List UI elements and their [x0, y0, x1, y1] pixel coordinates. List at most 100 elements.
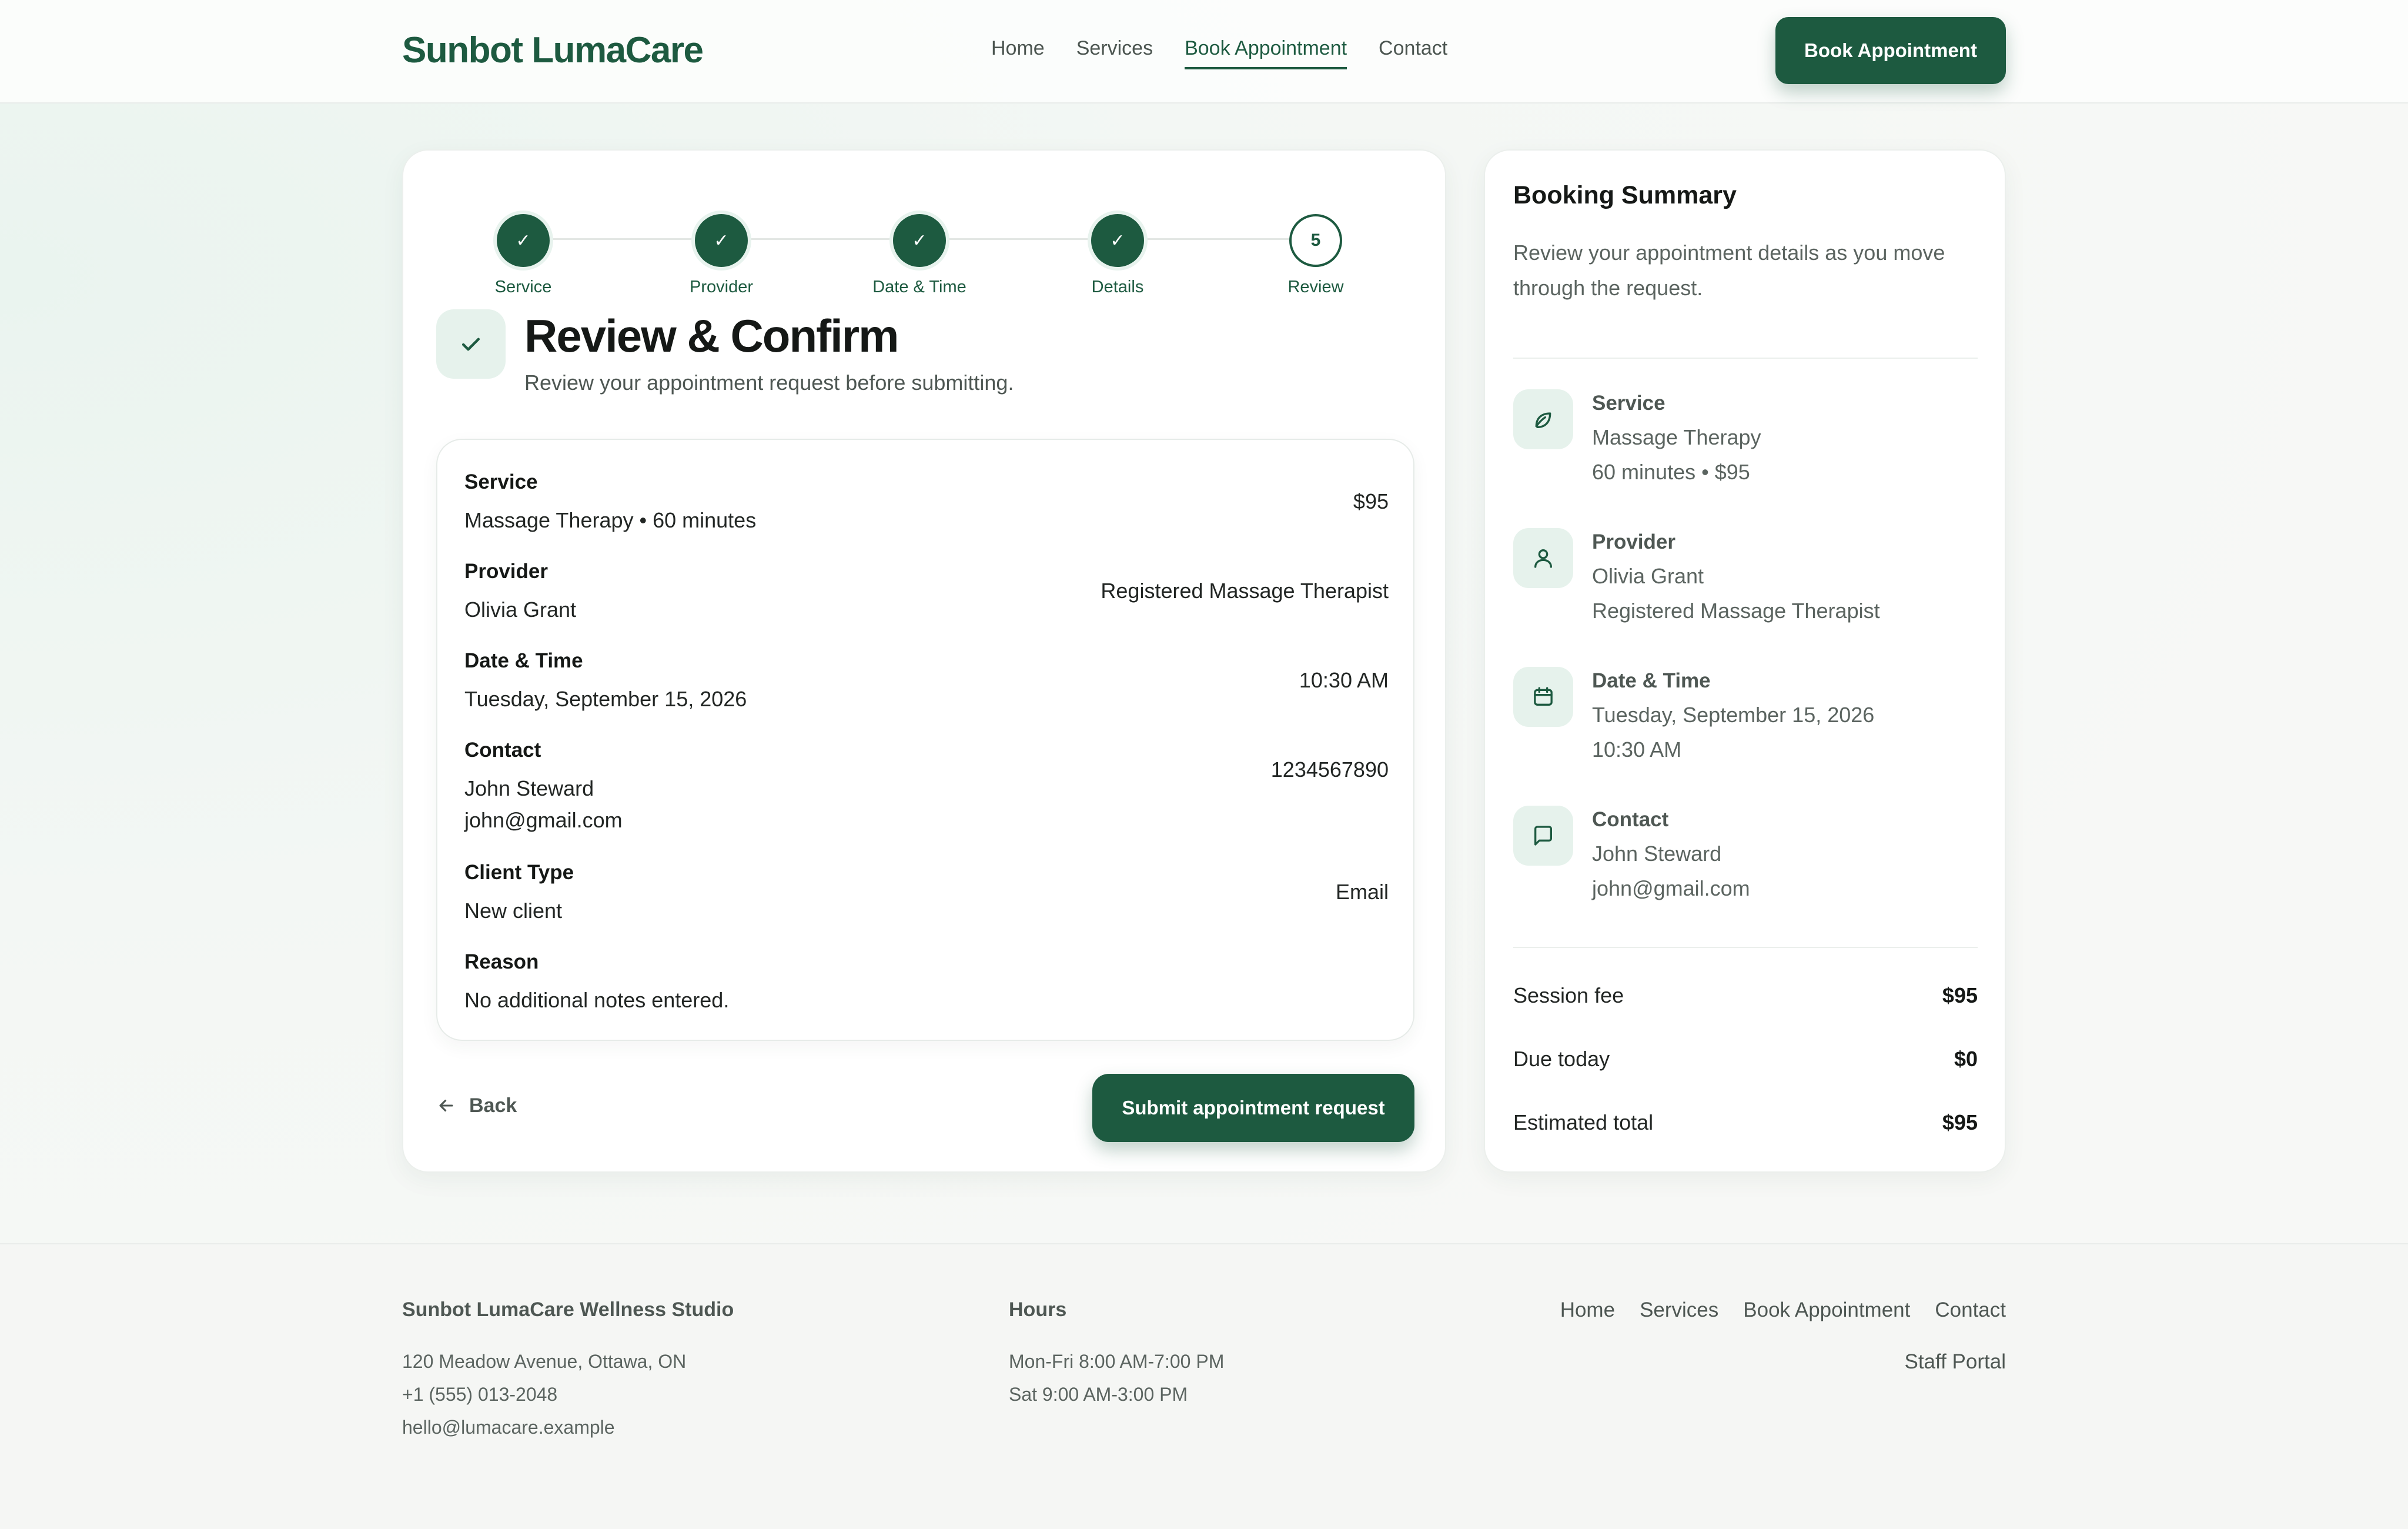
review-row-client-type: Client Type New client Email	[464, 861, 1389, 927]
step-complete-icon: ✓	[1091, 214, 1144, 267]
summary-label: Provider	[1592, 530, 1675, 553]
footer-hours-saturday: Sat 9:00 AM-3:00 PM	[1009, 1384, 1188, 1405]
review-value: New client	[464, 899, 563, 923]
review-row-service: Service Massage Therapy • 60 minutes $95	[464, 470, 1389, 536]
review-row-contact: Contact John Steward john@gmail.com 1234…	[464, 739, 1389, 836]
review-phone: 1234567890	[1270, 757, 1389, 782]
step-review: 5 Review	[1228, 214, 1404, 297]
step-label: Provider	[690, 278, 753, 296]
back-button[interactable]: Back	[436, 1087, 517, 1124]
summary-value: john@gmail.com	[1592, 876, 1750, 900]
step-number: 5	[1289, 214, 1342, 267]
fee-label: Session fee	[1513, 983, 1624, 1007]
fee-value: $0	[1954, 1047, 1978, 1071]
review-email: john@gmail.com	[464, 808, 623, 832]
summary-value: Tuesday, September 15, 2026	[1592, 703, 1875, 727]
step-label: Details	[1091, 278, 1144, 296]
user-icon	[1513, 528, 1573, 588]
summary-subtitle: Review your appointment details as you m…	[1513, 241, 1945, 300]
page-subtitle: Review your appointment request before s…	[524, 370, 1014, 395]
summary-value: 10:30 AM	[1592, 737, 1682, 762]
book-appointment-button[interactable]: Book Appointment	[1775, 17, 2006, 84]
footer-link-contact[interactable]: Contact	[1935, 1298, 2006, 1322]
summary-value: Massage Therapy	[1592, 425, 1761, 449]
step-complete-icon: ✓	[497, 214, 550, 267]
arrow-left-icon	[439, 1099, 453, 1112]
review-details: Service Massage Therapy • 60 minutes $95…	[436, 439, 1414, 1041]
summary-label: Date & Time	[1592, 669, 1711, 692]
step-service[interactable]: ✓ Service	[435, 214, 611, 297]
booking-summary-card: Booking Summary Review your appointment …	[1484, 149, 2006, 1173]
nav-book-appointment[interactable]: Book Appointment	[1185, 35, 1347, 69]
review-label: Contact	[464, 739, 541, 762]
review-provider-title: Registered Massage Therapist	[1101, 579, 1389, 603]
progress-stepper: ✓ Service ✓ Provider ✓ Date & Time ✓ Det…	[403, 182, 1447, 296]
step-complete-icon: ✓	[695, 214, 748, 267]
fee-row-session: Session fee $95	[1513, 983, 1978, 1013]
site-logo[interactable]: Sunbot LumaCare	[402, 29, 704, 71]
review-value: John Steward	[464, 776, 594, 800]
fee-row-total: Estimated total $95	[1513, 1110, 1978, 1140]
step-label: Service	[494, 278, 552, 296]
step-label: Date & Time	[872, 278, 966, 296]
footer-hours-title: Hours	[1009, 1298, 1067, 1321]
review-value: No additional notes entered.	[464, 988, 730, 1012]
page-title: Review & Confirm	[524, 310, 899, 362]
review-value: Tuesday, September 15, 2026	[464, 687, 747, 711]
review-contact-method: Email	[1335, 880, 1389, 904]
footer-link-home[interactable]: Home	[1560, 1298, 1615, 1322]
review-time: 10:30 AM	[1299, 668, 1389, 692]
summary-value: 60 minutes • $95	[1592, 460, 1750, 484]
summary-value: Registered Massage Therapist	[1592, 599, 1880, 623]
footer-email[interactable]: hello@lumacare.example	[402, 1411, 734, 1444]
footer-link-book-appointment[interactable]: Book Appointment	[1743, 1298, 1910, 1322]
review-row-provider: Provider Olivia Grant Registered Massage…	[464, 560, 1389, 626]
footer-address: 120 Meadow Avenue, Ottawa, ON	[402, 1351, 687, 1372]
step-complete-icon: ✓	[893, 214, 946, 267]
summary-value: Olivia Grant	[1592, 564, 1704, 588]
calendar-icon	[1513, 667, 1573, 727]
review-value: Massage Therapy • 60 minutes	[464, 508, 757, 532]
site-header: Sunbot LumaCare Home Services Book Appoi…	[0, 0, 2408, 104]
footer-phone[interactable]: +1 (555) 013-2048	[402, 1378, 734, 1411]
leaf-icon	[1513, 389, 1573, 449]
review-label: Date & Time	[464, 649, 583, 672]
footer-nav: Home Services Book Appointment Contact	[1560, 1298, 2006, 1322]
fee-value: $95	[1942, 1110, 1978, 1134]
footer-hours: Hours Mon-Fri 8:00 AM-7:00 PM Sat 9:00 A…	[1009, 1298, 1224, 1411]
review-price: $95	[1353, 489, 1389, 513]
review-label: Reason	[464, 950, 539, 973]
fee-row-due-today: Due today $0	[1513, 1047, 1978, 1076]
review-row-date-time: Date & Time Tuesday, September 15, 2026 …	[464, 649, 1389, 715]
staff-portal-link[interactable]: Staff Portal	[1904, 1350, 2006, 1374]
fee-label: Estimated total	[1513, 1110, 1654, 1134]
step-provider[interactable]: ✓ Provider	[633, 214, 810, 297]
summary-title: Booking Summary	[1513, 181, 1737, 209]
step-details[interactable]: ✓ Details	[1029, 214, 1206, 297]
footer-link-services[interactable]: Services	[1640, 1298, 1718, 1322]
footer-studio-name: Sunbot LumaCare Wellness Studio	[402, 1298, 734, 1321]
chat-icon	[1513, 806, 1573, 866]
nav-contact[interactable]: Contact	[1379, 35, 1447, 69]
summary-label: Service	[1592, 392, 1665, 415]
site-footer: Sunbot LumaCare Wellness Studio 120 Mead…	[0, 1243, 2408, 1529]
footer-hours-weekday: Mon-Fri 8:00 AM-7:00 PM	[1009, 1351, 1225, 1372]
submit-appointment-button[interactable]: Submit appointment request	[1092, 1074, 1414, 1142]
nav-services[interactable]: Services	[1076, 35, 1153, 69]
back-label: Back	[469, 1094, 517, 1117]
review-row-reason: Reason No additional notes entered.	[464, 950, 1389, 1016]
check-icon	[436, 309, 506, 379]
review-label: Service	[464, 470, 538, 493]
step-date-time[interactable]: ✓ Date & Time	[831, 214, 1008, 297]
step-label: Review	[1287, 278, 1344, 296]
summary-value: John Steward	[1592, 842, 1722, 866]
summary-label: Contact	[1592, 808, 1669, 831]
nav-home[interactable]: Home	[991, 35, 1045, 69]
main-nav: Home Services Book Appointment Contact	[991, 35, 1447, 69]
divider	[1513, 358, 1978, 359]
booking-form-card: ✓ Service ✓ Provider ✓ Date & Time ✓ Det…	[402, 149, 1446, 1173]
fee-label: Due today	[1513, 1047, 1610, 1071]
fee-value: $95	[1942, 983, 1978, 1007]
footer-studio: Sunbot LumaCare Wellness Studio 120 Mead…	[402, 1298, 734, 1444]
review-label: Client Type	[464, 861, 574, 884]
